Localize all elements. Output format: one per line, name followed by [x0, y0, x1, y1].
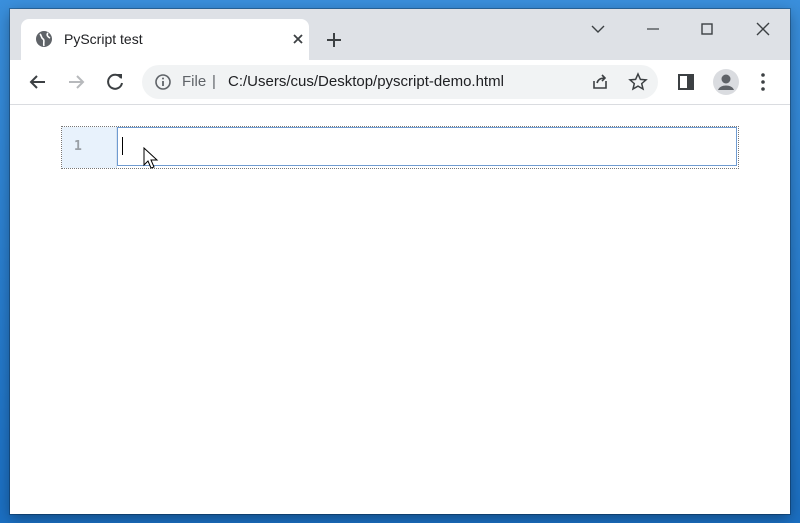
browser-window: PyScript test File | C:/Users/cus/Deskto… — [10, 9, 790, 514]
chevron-down-icon[interactable] — [583, 17, 613, 41]
minimize-icon[interactable] — [638, 17, 668, 41]
share-icon[interactable] — [590, 72, 610, 92]
reload-icon[interactable] — [103, 70, 127, 94]
profile-icon[interactable] — [712, 68, 740, 96]
globe-icon — [36, 31, 52, 47]
tab-strip: PyScript test — [10, 9, 790, 60]
mouse-pointer-icon — [143, 147, 159, 169]
info-icon[interactable] — [154, 73, 172, 91]
close-icon[interactable] — [289, 30, 307, 48]
line-number: 1 — [74, 139, 82, 154]
text-caret — [122, 137, 123, 155]
back-arrow-icon[interactable] — [26, 70, 50, 94]
side-panel-icon[interactable] — [674, 70, 698, 94]
url-scheme: File — [182, 73, 207, 90]
close-icon[interactable] — [748, 17, 778, 41]
tab-pyscript-test[interactable]: PyScript test — [21, 19, 309, 60]
page-content: 1 — [10, 105, 790, 514]
plus-icon[interactable] — [323, 29, 345, 51]
address-bar[interactable]: File | C:/Users/cus/Desktop/pyscript-dem… — [142, 65, 658, 99]
url-text[interactable]: C:/Users/cus/Desktop/pyscript-demo.html — [228, 73, 504, 91]
code-input[interactable] — [117, 127, 737, 166]
tab-title: PyScript test — [64, 31, 143, 47]
url-separator: | — [212, 73, 216, 90]
maximize-icon[interactable] — [692, 17, 722, 41]
forward-arrow-icon[interactable] — [64, 70, 88, 94]
browser-toolbar: File | C:/Users/cus/Desktop/pyscript-dem… — [10, 60, 790, 105]
star-icon[interactable] — [628, 72, 648, 92]
kebab-menu-icon[interactable] — [751, 70, 775, 94]
code-editor: 1 — [61, 126, 739, 169]
line-number-gutter: 1 — [62, 127, 117, 168]
